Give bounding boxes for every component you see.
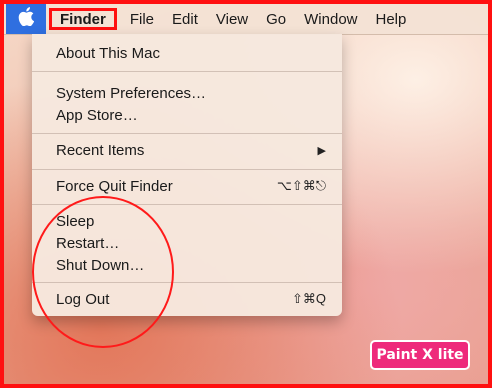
menu-edit[interactable]: Edit — [163, 4, 207, 34]
menu-help[interactable]: Help — [367, 4, 416, 34]
menu-item-system-preferences[interactable]: System Preferences… — [32, 82, 342, 104]
submenu-arrow-icon: ▶ — [317, 144, 326, 157]
screenshot-frame: Finder File Edit View Go Window Help Abo… — [0, 0, 492, 388]
menu-item-log-out[interactable]: Log Out ⇧⌘Q — [32, 288, 342, 310]
menu-separator — [32, 71, 342, 72]
menu-item-label: Recent Items — [56, 141, 145, 159]
menu-file[interactable]: File — [121, 4, 163, 34]
menu-item-label: About This Mac — [56, 44, 160, 62]
menu-window[interactable]: Window — [295, 4, 366, 34]
apple-icon — [18, 7, 35, 31]
menu-item-sleep[interactable]: Sleep — [32, 210, 342, 232]
menu-item-label: Sleep — [56, 212, 95, 230]
watermark-badge: Paint X lite — [370, 340, 470, 370]
menu-item-restart[interactable]: Restart… — [32, 232, 342, 254]
menu-separator — [32, 169, 342, 170]
shortcut-label: ⇧⌘Q — [291, 291, 326, 306]
shortcut-label: ⌥⇧⌘⎋ — [276, 178, 326, 193]
menu-separator — [32, 204, 342, 205]
menu-item-app-store[interactable]: App Store… — [32, 104, 342, 126]
menu-item-recent-items[interactable]: Recent Items ▶ — [32, 139, 342, 161]
menu-item-shut-down[interactable]: Shut Down… — [32, 254, 342, 276]
menu-item-force-quit[interactable]: Force Quit Finder ⌥⇧⌘⎋ — [32, 175, 342, 197]
apple-menu-dropdown: About This Mac System Preferences… App S… — [32, 34, 342, 316]
watermark-text: Paint X lite — [376, 347, 464, 363]
menu-finder[interactable]: Finder — [49, 8, 117, 30]
menu-item-label: App Store… — [56, 106, 138, 124]
menu-view[interactable]: View — [207, 4, 257, 34]
menu-bar: Finder File Edit View Go Window Help — [4, 4, 488, 35]
menu-separator — [32, 133, 342, 134]
menu-item-label: Shut Down… — [56, 256, 145, 274]
menu-separator — [32, 282, 342, 283]
menu-item-about[interactable]: About This Mac — [32, 42, 342, 64]
menu-item-label: System Preferences… — [56, 84, 207, 102]
menu-item-label: Log Out — [56, 290, 110, 308]
apple-menu-button[interactable] — [6, 4, 46, 34]
menu-go[interactable]: Go — [257, 4, 295, 34]
menu-item-label: Restart… — [56, 234, 120, 252]
menu-item-label: Force Quit Finder — [56, 177, 173, 195]
